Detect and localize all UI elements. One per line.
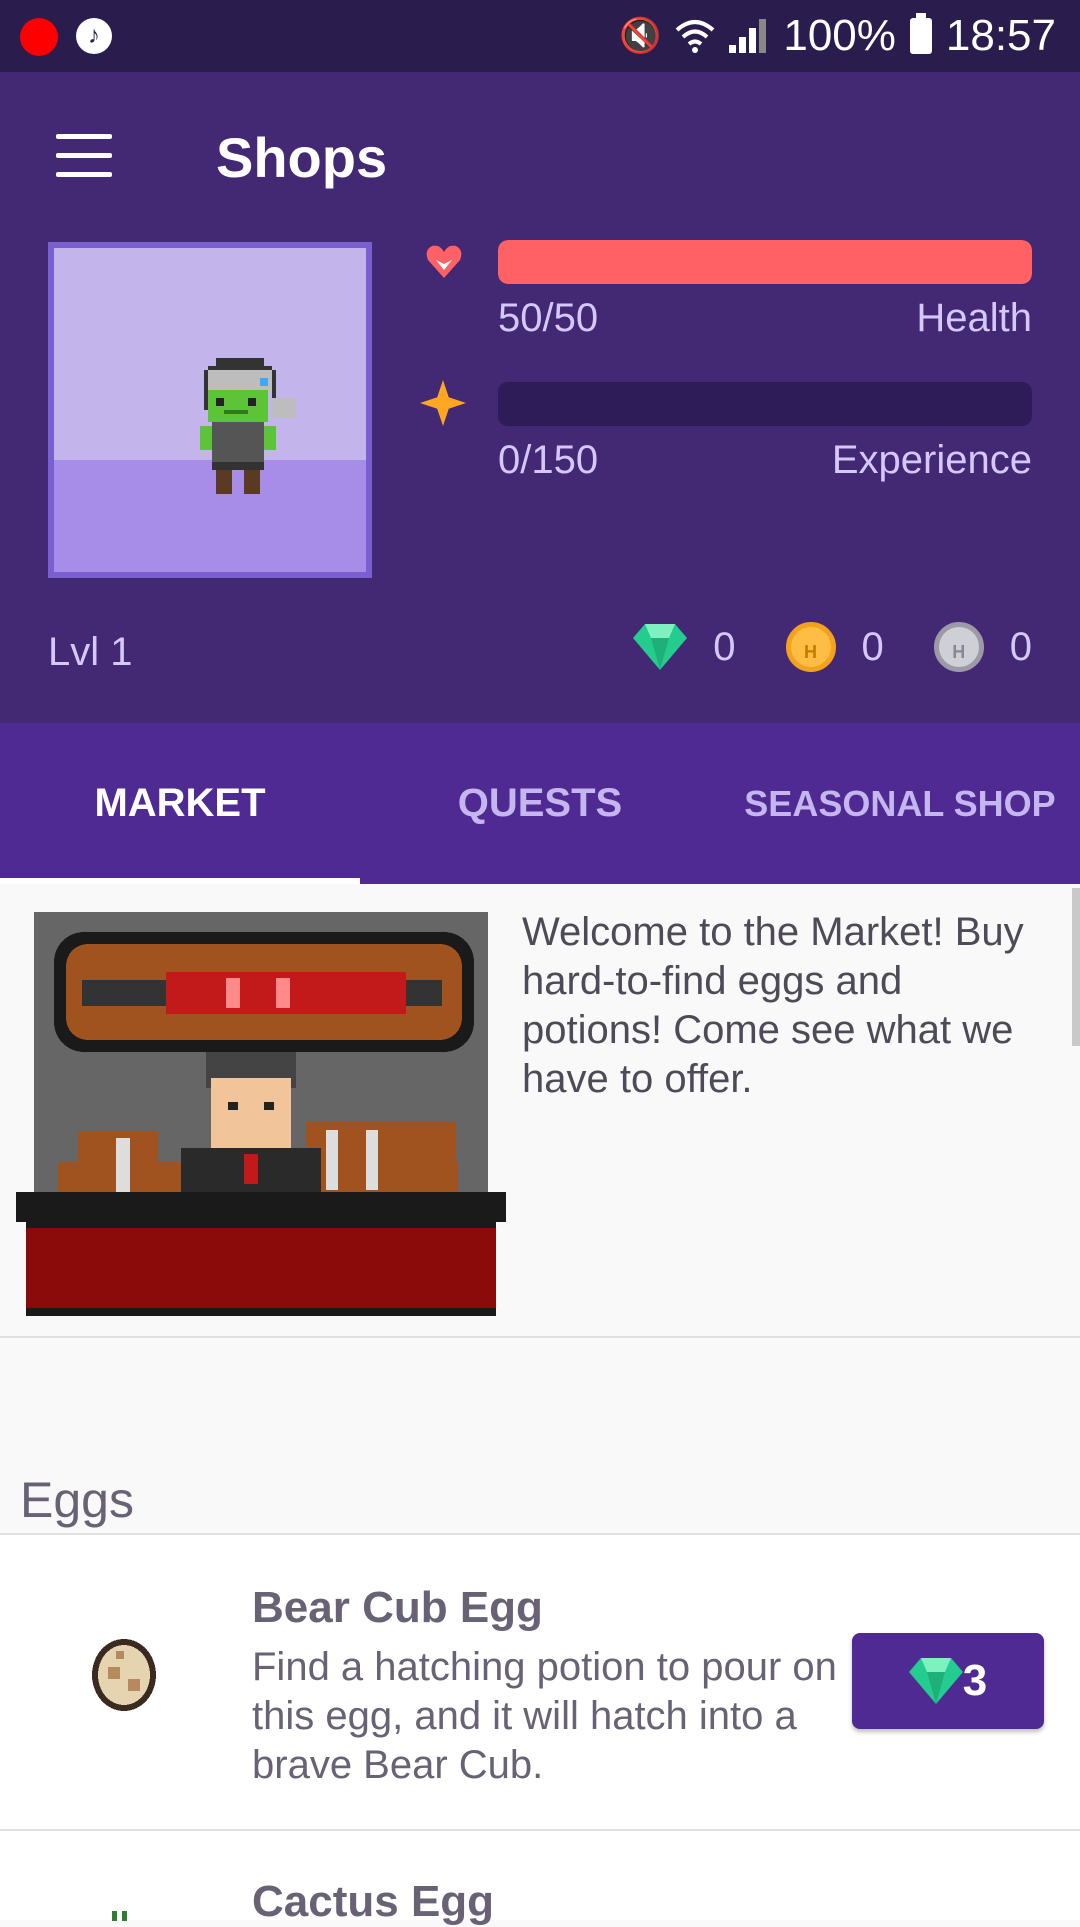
health-value: 50/50: [498, 296, 599, 340]
egg-icon: [92, 1639, 156, 1711]
user-header: Shops 50/50 Health 0/150 Experience Lvl …: [0, 72, 1080, 723]
section-title-eggs: Eggs: [20, 1472, 134, 1528]
avatar[interactable]: [48, 242, 372, 578]
status-bar: ♪ 🔇 100% 18:57: [0, 0, 1080, 72]
item-price: 3: [962, 1656, 988, 1705]
item-description: Find a hatching potion to pour on this e…: [252, 1645, 837, 1787]
battery-icon: [909, 13, 932, 54]
shop-tabs: MARKET QUESTS SEASONAL SHOP: [0, 723, 1080, 884]
health-bar: [498, 240, 1032, 284]
tab-seasonal-shop[interactable]: SEASONAL SHOP: [720, 723, 1080, 884]
market-npc-image: [16, 912, 506, 1316]
gold-coin-icon: H: [785, 622, 836, 672]
hourglass-value: 0: [1009, 624, 1032, 669]
mute-icon: 🔇: [619, 17, 662, 55]
experience-bar: [498, 382, 1032, 426]
item-name: Bear Cub Egg: [252, 1583, 543, 1632]
scrollbar[interactable]: [1072, 888, 1080, 1046]
level-label: Lvl 1: [48, 630, 133, 674]
market-banner: Welcome to the Market! Buy hard-to-find …: [0, 884, 1080, 1338]
tab-market[interactable]: MARKET: [0, 723, 360, 884]
hamburger-menu-icon[interactable]: [56, 134, 112, 178]
music-icon: ♪: [76, 18, 112, 54]
clock: 18:57: [945, 11, 1056, 60]
gold-counter: H 0: [785, 622, 884, 672]
experience-label: Experience: [831, 438, 1032, 482]
gems-value: 0: [713, 624, 736, 669]
experience-value: 0/150: [498, 438, 599, 482]
battery-percent: 100%: [783, 11, 896, 60]
health-label: Health: [916, 296, 1032, 340]
gem-icon: [908, 1658, 963, 1704]
market-welcome-text: Welcome to the Market! Buy hard-to-find …: [522, 910, 1024, 1101]
list-item-cactus-egg[interactable]: Cactus Egg: [0, 1831, 1080, 1926]
gem-icon: [633, 624, 688, 670]
list-item-bear-cub-egg[interactable]: Bear Cub Egg Find a hatching potion to p…: [0, 1535, 1080, 1831]
heart-icon: [426, 245, 462, 278]
record-icon: [20, 18, 58, 56]
page-title: Shops: [216, 126, 388, 189]
buy-button[interactable]: 3: [852, 1633, 1044, 1729]
health-bar-fill: [498, 240, 1032, 284]
hourglass-coin-icon: H: [933, 622, 984, 672]
avatar-sprite: [200, 358, 296, 494]
hourglass-counter: H 0: [933, 622, 1032, 672]
gems-counter: 0: [633, 624, 736, 670]
signal-icon: [729, 19, 769, 53]
tab-quests[interactable]: QUESTS: [360, 723, 720, 884]
currency-row: 0 H 0 H 0: [583, 622, 1032, 672]
gold-value: 0: [861, 624, 884, 669]
status-right: 🔇 100% 18:57: [619, 0, 1056, 72]
wifi-icon: [676, 20, 715, 53]
star-icon: [420, 380, 466, 426]
